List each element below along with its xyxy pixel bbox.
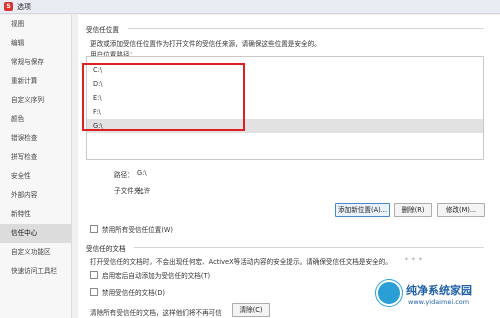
trusted-locations-list[interactable]: C:\ D:\ E:\ F:\ G:\ (86, 56, 484, 160)
disable-all-locations-label: 禁用所有受信任位置(W) (102, 226, 174, 234)
trusted-documents-group-title: 受信任的文档 (86, 245, 126, 253)
watermark-text: 纯净系统家园 (406, 284, 472, 297)
add-location-button[interactable]: 添加新位置(A)... (335, 203, 390, 217)
delete-location-button[interactable]: 删除(R) (394, 203, 432, 217)
disable-all-locations-checkbox[interactable] (90, 225, 98, 233)
decoration-dots: ✦ ✦ ✦ (404, 256, 423, 263)
sidebar-item-new-features[interactable]: 新特性 (0, 205, 71, 224)
list-item[interactable]: E:\ (87, 91, 483, 105)
sidebar-item-general-save[interactable]: 常规与保存 (0, 53, 71, 72)
enable-macro-trusted-option[interactable]: 启用宏后自动添加为受信任的文档(T) (90, 270, 210, 280)
disable-trusted-documents-label: 禁用受信任的文档(D) (102, 289, 165, 297)
sidebar-item-security[interactable]: 安全性 (0, 167, 71, 186)
list-item[interactable]: F:\ (87, 105, 483, 119)
disable-all-locations-option[interactable]: 禁用所有受信任位置(W) (90, 224, 173, 234)
trusted-locations-group-title: 受信任位置 (86, 26, 119, 34)
trusted-documents-description: 打开受信任的文档时，不会出现任何宏、ActiveX等活动内容的安全提示。请确保受… (90, 258, 392, 266)
clear-trusted-description: 清除所有受信任的文档，这样他们将不再可信 (90, 309, 222, 317)
sidebar-item-custom-lists[interactable]: 自定义序列 (0, 91, 71, 110)
enable-macro-trusted-label: 启用宏后自动添加为受信任的文档(T) (102, 272, 211, 280)
group-divider (134, 247, 484, 248)
options-sidebar: 视图 编辑 常规与保存 重新计算 自定义序列 颜色 错误检查 拼写检查 安全性 … (0, 15, 72, 318)
sidebar-item-edit[interactable]: 编辑 (0, 34, 71, 53)
sidebar-item-quick-access-toolbar[interactable]: 快速访问工具栏 (0, 262, 71, 281)
list-item[interactable]: D:\ (87, 77, 483, 91)
path-label: 路径： (114, 171, 134, 179)
sidebar-item-external-content[interactable]: 外部内容 (0, 186, 71, 205)
disable-trusted-documents-checkbox[interactable] (90, 288, 98, 296)
enable-macro-trusted-checkbox[interactable] (90, 271, 98, 279)
sidebar-item-color[interactable]: 颜色 (0, 110, 71, 129)
path-value: G:\ (137, 169, 147, 177)
sidebar-item-error-check[interactable]: 错误检查 (0, 129, 71, 148)
clear-trusted-button[interactable]: 清除(C) (232, 303, 270, 317)
watermark-url: www.yidaimei.com (408, 298, 470, 306)
trusted-locations-description: 更改或添加受信任位置作为打开文件的受信任来源，请确保这些位置是安全的。 (90, 40, 321, 48)
list-item[interactable]: C:\ (87, 63, 483, 77)
modify-location-button[interactable]: 修改(M)... (437, 203, 485, 217)
sidebar-item-trust-center[interactable]: 信任中心 (0, 224, 71, 243)
sidebar-item-spell-check[interactable]: 拼写检查 (0, 148, 71, 167)
group-divider (128, 28, 484, 29)
title-bar: S 选项 (0, 0, 500, 14)
window-title: 选项 (17, 2, 31, 11)
disable-trusted-documents-option[interactable]: 禁用受信任的文档(D) (90, 287, 165, 297)
app-logo-icon: S (4, 2, 13, 11)
watermark-logo (376, 280, 402, 306)
subfolders-value: 允许 (137, 187, 151, 195)
sidebar-item-recalculate[interactable]: 重新计算 (0, 72, 71, 91)
sidebar-item-customize-ribbon[interactable]: 自定义功能区 (0, 243, 71, 262)
list-item-selected[interactable]: G:\ (87, 119, 483, 133)
sidebar-item-view[interactable]: 视图 (0, 15, 71, 34)
